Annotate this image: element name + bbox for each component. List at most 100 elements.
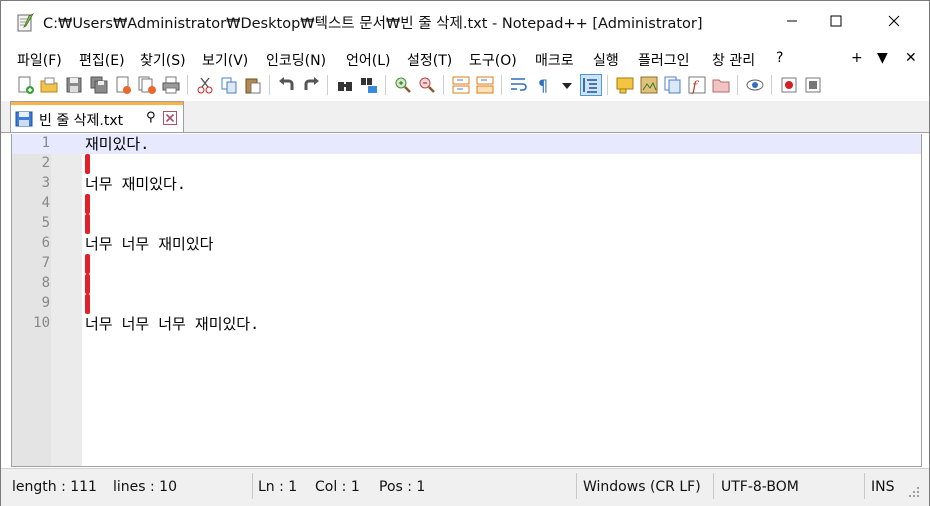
notepadpp-window: C:₩Users₩Administrator₩Desktop₩텍스트 문서₩빈 … <box>0 0 930 506</box>
close-window-button[interactable] <box>871 1 917 41</box>
tab-close-icon[interactable] <box>163 111 177 125</box>
empty-line-marker <box>85 194 90 214</box>
close-document-button[interactable]: ✕ <box>905 50 917 66</box>
menu-window[interactable]: 창 관리 <box>712 50 755 70</box>
function-list-icon[interactable]: f <box>687 75 707 95</box>
editor-line[interactable]: 8 <box>12 274 921 294</box>
copy-icon[interactable] <box>219 75 239 95</box>
udl-icon[interactable] <box>615 75 635 95</box>
maximize-button[interactable] <box>813 1 859 41</box>
minimize-button[interactable] <box>769 1 815 41</box>
status-position: Pos : 1 <box>379 479 426 495</box>
undo-icon[interactable] <box>277 75 297 95</box>
doc-map-icon[interactable] <box>639 75 659 95</box>
toolbar-separator <box>607 75 608 95</box>
editor-line[interactable]: 3 너무 재미있다. <box>12 174 921 194</box>
editor-line[interactable]: 10 너무 너무 너무 재미있다. <box>12 314 921 334</box>
menu-search[interactable]: 찾기(S) <box>140 50 186 70</box>
zoom-out-icon[interactable] <box>417 75 437 95</box>
toolbar-separator <box>385 75 386 95</box>
save-icon[interactable] <box>64 75 84 95</box>
toolbar-separator <box>269 75 270 95</box>
status-encoding[interactable]: UTF-8-BOM <box>721 479 799 495</box>
cut-icon[interactable] <box>195 75 215 95</box>
folder-workspace-icon[interactable] <box>711 75 731 95</box>
editor-line[interactable]: 6 너무 너무 재미있다 <box>12 234 921 254</box>
status-eol[interactable]: Windows (CR LF) <box>583 479 701 495</box>
menu-plugins[interactable]: 플러그인 <box>638 50 690 70</box>
show-all-chars-icon[interactable]: ¶ <box>533 75 553 95</box>
line-number: 4 <box>41 195 50 211</box>
replace-icon[interactable] <box>359 75 379 95</box>
new-file-icon[interactable] <box>15 75 35 95</box>
toolbar-separator <box>771 75 772 95</box>
editor-line[interactable]: 4 <box>12 194 921 214</box>
redo-icon[interactable] <box>301 75 321 95</box>
menu-file[interactable]: 파일(F) <box>17 50 62 70</box>
tab-list-dropdown-button[interactable]: ▼ <box>877 50 888 66</box>
paste-icon[interactable] <box>243 75 263 95</box>
status-length: length : 111 <box>12 479 97 495</box>
line-number: 6 <box>41 235 50 251</box>
line-number: 8 <box>41 275 50 291</box>
tab-bar: 빈 줄 삭제.txt ⚲ <box>1 101 929 133</box>
toolbar-separator <box>443 75 444 95</box>
stop-macro-icon[interactable] <box>803 75 823 95</box>
menu-tools[interactable]: 도구(O) <box>469 50 517 70</box>
menu-encoding[interactable]: 인코딩(N) <box>266 50 326 70</box>
line-number: 9 <box>41 295 50 311</box>
pin-icon[interactable]: ⚲ <box>146 110 156 125</box>
status-insert-mode[interactable]: INS <box>871 479 895 495</box>
text-editor[interactable]: 1 재미있다. 2 3 너무 재미있다. 4 5 6 너무 너무 재미있다 7 8 9 10 너무 너무 … <box>11 134 922 467</box>
line-number: 5 <box>41 215 50 231</box>
indent-guide-icon[interactable] <box>580 74 602 96</box>
minimize-icon <box>787 20 797 22</box>
active-tab-indicator <box>11 102 183 105</box>
monitoring-icon[interactable] <box>745 75 765 95</box>
status-bar: length : 111 lines : 10 Ln : 1 Col : 1 P… <box>1 468 929 506</box>
line-number: 3 <box>41 175 50 191</box>
toolbar: ¶ f <box>1 72 929 98</box>
zoom-in-icon[interactable] <box>393 75 413 95</box>
record-macro-icon[interactable] <box>779 75 799 95</box>
open-file-icon[interactable] <box>39 75 59 95</box>
line-text: 너무 재미있다. <box>85 175 186 193</box>
editor-line[interactable]: 2 <box>12 154 921 174</box>
new-tab-plus-button[interactable]: + <box>851 50 863 66</box>
document-tab[interactable]: 빈 줄 삭제.txt ⚲ <box>10 101 184 132</box>
empty-line-marker <box>85 214 90 234</box>
doc-list-icon[interactable] <box>663 75 683 95</box>
tab-label: 빈 줄 삭제.txt <box>39 113 124 129</box>
toolbar-separator <box>737 75 738 95</box>
word-wrap-icon[interactable] <box>509 75 529 95</box>
status-separator <box>576 473 577 499</box>
title-bar[interactable]: C:₩Users₩Administrator₩Desktop₩텍스트 문서₩빈 … <box>1 1 929 41</box>
editor-line[interactable]: 1 재미있다. <box>12 134 921 154</box>
menu-help[interactable]: ? <box>776 50 783 66</box>
status-column: Col : 1 <box>315 479 360 495</box>
find-icon[interactable] <box>335 75 355 95</box>
sync-horizontal-icon[interactable] <box>475 75 495 95</box>
close-all-icon[interactable] <box>137 75 157 95</box>
save-all-icon[interactable] <box>89 75 109 95</box>
toolbar-separator <box>187 75 188 95</box>
editor-line[interactable]: 7 <box>12 254 921 274</box>
close-file-icon[interactable] <box>113 75 133 95</box>
status-lines: lines : 10 <box>113 479 177 495</box>
print-icon[interactable] <box>161 75 181 95</box>
menu-edit[interactable]: 편집(E) <box>79 50 125 70</box>
menu-language[interactable]: 언어(L) <box>346 50 390 70</box>
editor-line[interactable]: 9 <box>12 294 921 314</box>
dropdown-arrow-icon[interactable] <box>557 75 577 95</box>
menu-run[interactable]: 실행 <box>593 50 619 70</box>
empty-line-marker <box>85 254 90 274</box>
status-separator <box>252 473 253 499</box>
resize-grip-icon[interactable] <box>907 485 921 499</box>
menu-macro[interactable]: 매크로 <box>535 50 574 70</box>
editor-line[interactable]: 5 <box>12 214 921 234</box>
menu-settings[interactable]: 설정(T) <box>407 50 452 70</box>
status-separator <box>713 473 714 499</box>
line-number: 10 <box>33 315 50 331</box>
menu-view[interactable]: 보기(V) <box>202 50 248 70</box>
sync-vertical-icon[interactable] <box>451 75 471 95</box>
